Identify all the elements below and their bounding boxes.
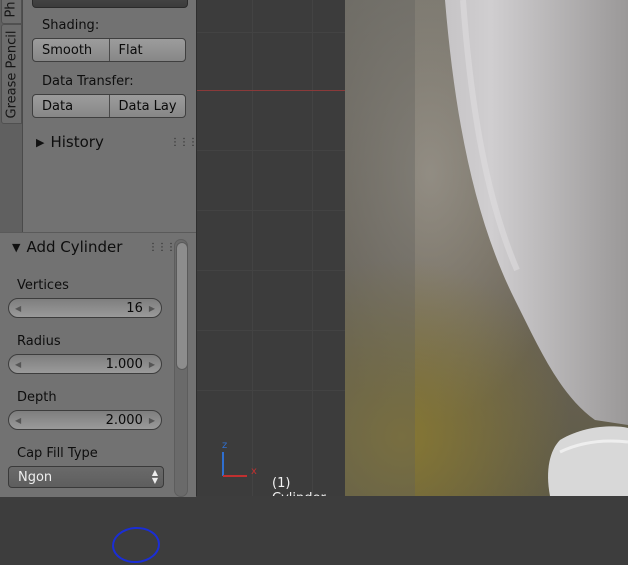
depth-value: 2.000 — [105, 412, 143, 428]
redo-panel-scrollbar[interactable] — [174, 239, 188, 497]
history-panel-header[interactable]: ▶ History — [36, 133, 104, 151]
data-transfer-buttons: Data Data Lay — [32, 94, 186, 118]
data-layout-button[interactable]: Data Lay — [108, 95, 186, 117]
cap-fill-select[interactable]: Ngon ▲ ▼ — [8, 466, 164, 488]
decrement-arrow-icon[interactable]: ◀ — [15, 304, 21, 313]
scrollbar-thumb[interactable] — [176, 242, 188, 370]
redo-panel: ▼ Add Cylinder ⋮⋮⋮⋮ Vertices ◀ 16 ▶ Radi… — [0, 232, 196, 565]
increment-arrow-icon[interactable]: ▶ — [149, 416, 155, 425]
active-object-label: (1) Cylinder — [272, 476, 326, 496]
grid-line — [252, 0, 253, 496]
flat-button[interactable]: Flat — [108, 39, 186, 61]
x-axis-line — [197, 90, 347, 91]
radius-field[interactable]: ◀ 1.000 ▶ — [8, 354, 162, 374]
data-button[interactable]: Data — [33, 95, 109, 117]
vertices-field[interactable]: ◀ 16 ▶ — [8, 298, 162, 318]
tab-grease-pencil[interactable]: Grease Pencil — [1, 24, 22, 124]
radius-value: 1.000 — [105, 356, 143, 372]
increment-arrow-icon[interactable]: ▶ — [149, 360, 155, 369]
depth-label: Depth — [17, 390, 57, 405]
grid-line — [197, 270, 347, 271]
grid-line — [197, 32, 347, 33]
chevron-down-icon: ▼ — [174, 0, 181, 1]
shading-buttons: Smooth Flat — [32, 38, 186, 62]
tool-shelf: Ph Grease Pencil ▼ Shading: Smooth Flat … — [0, 0, 207, 565]
depth-field[interactable]: ◀ 2.000 ▶ — [8, 410, 162, 430]
tab-physics-label: Ph — [4, 0, 19, 18]
cup-photo-image — [345, 0, 628, 496]
grid-line — [312, 0, 313, 496]
cut-off-dropdown[interactable]: ▼ — [32, 0, 188, 8]
expand-triangle-icon: ▶ — [36, 135, 45, 149]
3d-viewport[interactable]: z x (1) Cylinder — [196, 0, 347, 496]
vertices-value: 16 — [126, 300, 143, 316]
increment-arrow-icon[interactable]: ▶ — [149, 304, 155, 313]
grid-line — [197, 390, 347, 391]
tool-shelf-tabs: Ph Grease Pencil — [0, 0, 23, 232]
data-transfer-label: Data Transfer: — [42, 74, 134, 89]
vertices-label: Vertices — [17, 278, 69, 293]
collapse-triangle-icon: ▼ — [12, 240, 21, 254]
tab-grease-pencil-label: Grease Pencil — [4, 30, 19, 118]
x-axis-label: x — [251, 466, 257, 477]
history-title: History — [50, 133, 104, 151]
decrement-arrow-icon[interactable]: ◀ — [15, 416, 21, 425]
smooth-button[interactable]: Smooth — [33, 39, 109, 61]
cap-fill-value: Ngon — [18, 469, 53, 485]
z-axis-label: z — [222, 440, 228, 451]
add-cylinder-title: Add Cylinder — [26, 238, 123, 256]
updown-arrows-icon: ▲ ▼ — [151, 468, 158, 485]
annotation-circle — [110, 525, 162, 565]
tab-physics[interactable]: Ph — [1, 0, 22, 24]
background-image — [345, 0, 628, 496]
decrement-arrow-icon[interactable]: ◀ — [15, 360, 21, 369]
radius-label: Radius — [17, 334, 61, 349]
add-cylinder-header[interactable]: ▼ Add Cylinder — [12, 238, 122, 256]
cap-fill-label: Cap Fill Type — [17, 446, 98, 461]
grid-line — [197, 210, 347, 211]
grid-line — [197, 330, 347, 331]
grid-line — [197, 150, 347, 151]
shading-label: Shading: — [42, 18, 100, 33]
